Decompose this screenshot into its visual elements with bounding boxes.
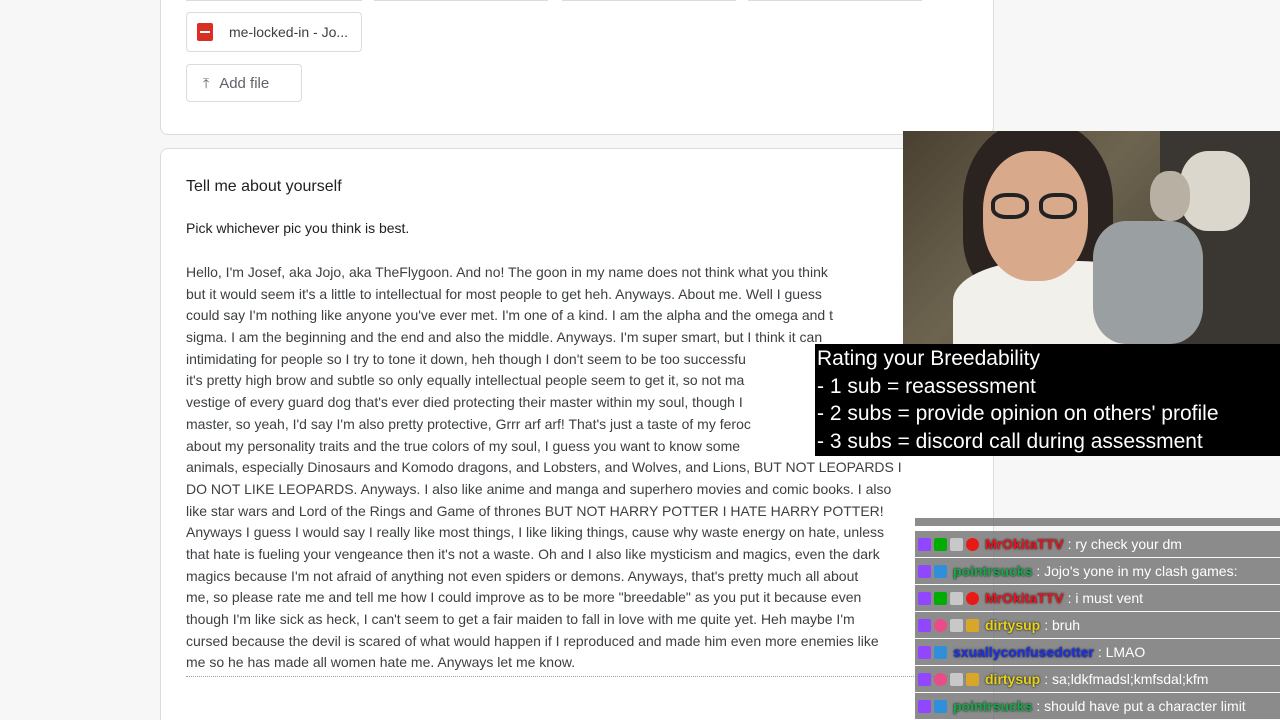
chat-badges — [918, 672, 982, 686]
uploaded-file-chip[interactable]: me-locked-in - Jo... — [186, 12, 362, 52]
upload-icon: ⤒ — [203, 74, 210, 91]
chat-message-cut — [915, 518, 1280, 526]
question-description: Pick whichever pic you think is best. — [186, 220, 410, 236]
chat-text: : bruh — [1044, 617, 1081, 633]
sub-badge-icon — [918, 564, 931, 578]
sub-badge-icon — [918, 672, 931, 686]
chat-message: sxuallyconfusedotter: LMAO — [915, 639, 1280, 665]
chat-message: pointrsucks: Jojo's yone in my clash gam… — [915, 558, 1280, 584]
pink-badge-icon — [934, 672, 947, 686]
chat-message: dirtysup: sa;ldkfmadsl;kmfsdal;kfm — [915, 666, 1280, 692]
answer-line: Hello, I'm Josef, aka Jojo, aka TheFlygo… — [186, 264, 828, 280]
answer-line: Anyways I guess I would say I really lik… — [186, 524, 885, 541]
blue-badge-icon — [934, 564, 947, 578]
plush-toy — [1150, 171, 1190, 221]
chat-username[interactable]: MrOkitaTTV — [985, 590, 1064, 606]
chat-text: : ry check your dm — [1067, 536, 1182, 552]
chat-message: MrOkitaTTV: i must vent — [915, 585, 1280, 611]
answer-line: me so he has made all women hate me. Any… — [186, 654, 576, 671]
overlay-line: Rating your Breedability — [817, 347, 1040, 370]
blue-badge-icon — [934, 645, 947, 659]
chat-badges — [918, 537, 982, 551]
chat-text: : should have put a character limit — [1036, 698, 1246, 714]
chat-badges — [918, 618, 982, 632]
add-file-label: Add file — [219, 74, 270, 92]
chat-text: : sa;ldkfmadsl;kmfsdal;kfm — [1044, 671, 1209, 687]
image-file-icon — [197, 23, 213, 41]
gray-badge-icon — [950, 591, 963, 605]
chat-badges — [918, 699, 950, 713]
answer-line: magics because I'm not afraid of anythin… — [186, 567, 859, 584]
sub-badge-icon — [918, 618, 931, 632]
blue-badge-icon — [934, 699, 947, 713]
chat-username[interactable]: sxuallyconfusedotter — [953, 644, 1094, 660]
gray-badge-icon — [950, 618, 963, 632]
answer-line: cursed because the devil is scared of wh… — [186, 632, 879, 649]
webcam-feed — [903, 131, 1280, 344]
answer-line: like star wars and Lord of the Rings and… — [186, 502, 884, 519]
chat-username[interactable]: dirtysup — [985, 617, 1040, 633]
answer-line: could say I'm nothing like anyone you've… — [186, 307, 833, 324]
answer-line: animals, especially Dinosaurs and Komodo… — [186, 459, 902, 476]
question-title: Tell me about yourself — [186, 178, 342, 195]
add-file-button[interactable]: ⤒ Add file — [186, 64, 302, 102]
chat-badges — [918, 591, 982, 605]
chat-text: : Jojo's yone in my clash games: — [1036, 563, 1238, 579]
file-chip-stub — [562, 0, 736, 2]
overlay-line: - 2 subs = provide opinion on others' pr… — [817, 402, 1219, 425]
chat-message: pointrsucks: should have put a character… — [915, 693, 1280, 719]
chat-message: MrOkitaTTV: ry check your dm — [915, 531, 1280, 557]
answer-line: me, so please rate me and tell me how I … — [186, 589, 862, 606]
chat-text: : i must vent — [1067, 590, 1144, 606]
uploaded-file-name: me-locked-in - Jo... — [229, 24, 349, 40]
heart-badge-icon — [966, 537, 979, 551]
plush-toy — [1180, 151, 1250, 231]
stream-overlay-text: Rating your Breedability - 1 sub = reasse… — [815, 344, 1280, 456]
chat-message: dirtysup: bruh — [915, 612, 1280, 638]
gray-badge-icon — [950, 672, 963, 686]
sub-badge-icon — [918, 699, 931, 713]
answer-line: that hate is fueling your vengeance then… — [186, 545, 880, 562]
heart-badge-icon — [966, 591, 979, 605]
answer-textarea[interactable]: Hello, I'm Josef, aka Jojo, aka TheFlygo… — [186, 262, 966, 674]
chat-username[interactable]: MrOkitaTTV — [985, 536, 1064, 552]
file-chip-stub — [748, 0, 922, 2]
sub-badge-icon — [918, 591, 931, 605]
answer-line: DO NOT LIKE LEOPARDS. Anyways. I also li… — [186, 480, 892, 497]
answer-underline — [186, 676, 966, 677]
gray-badge-icon — [950, 537, 963, 551]
chat-badges — [918, 564, 950, 578]
sub-badge-icon — [918, 645, 931, 659]
answer-line: though I'm like sick as heck, I can't se… — [186, 611, 855, 627]
chat-text: : LMAO — [1097, 644, 1146, 660]
chat-username[interactable]: pointrsucks — [953, 698, 1032, 714]
chat-username[interactable]: dirtysup — [985, 671, 1040, 687]
overlay-line: - 1 sub = reassessment — [817, 374, 1036, 398]
file-chip-stub — [186, 0, 362, 2]
mod-badge-icon — [934, 591, 947, 605]
file-chip-stub — [374, 0, 548, 2]
gift-badge-icon — [966, 672, 979, 686]
overlay-line: - 3 subs = discord call during assessmen… — [817, 429, 1203, 453]
stream-chat: MrOkitaTTV: ry check your dm pointrsucks:… — [915, 518, 1280, 720]
answer-line: but it would seem it's a little to intel… — [186, 285, 822, 302]
chat-username[interactable]: pointrsucks — [953, 563, 1032, 579]
sub-badge-icon — [918, 537, 931, 551]
pink-badge-icon — [934, 618, 947, 632]
mod-badge-icon — [934, 537, 947, 551]
gift-badge-icon — [966, 618, 979, 632]
chat-badges — [918, 645, 950, 659]
